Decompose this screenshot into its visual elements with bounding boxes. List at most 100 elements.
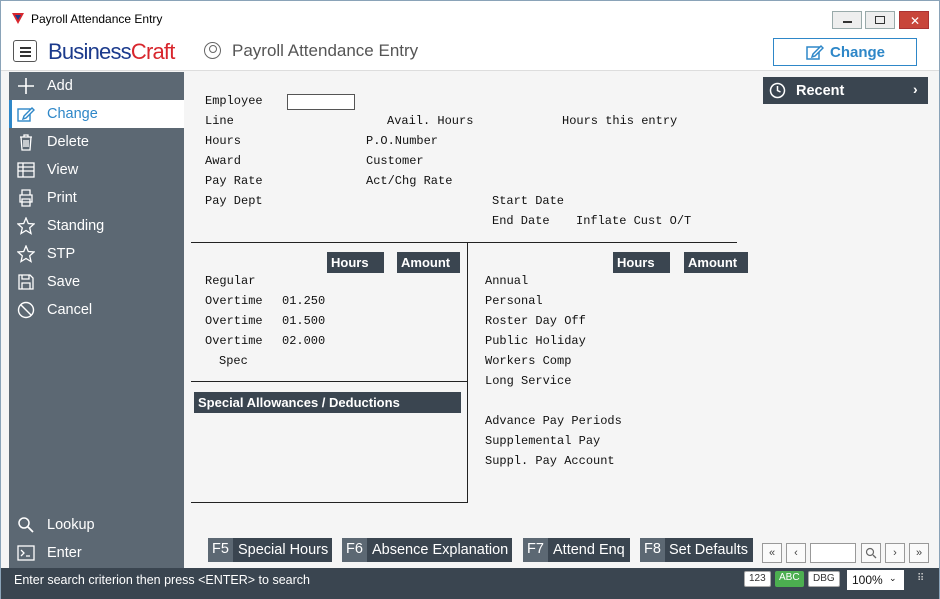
star-icon [17, 217, 35, 235]
row-label: Suppl. Pay Account [485, 454, 615, 468]
zoom-select[interactable]: 100% ⌄ [847, 570, 904, 590]
po-number-label: P.O.Number [366, 134, 439, 148]
resize-grip-icon[interactable]: ⠿ [917, 573, 924, 584]
app-window: Payroll Attendance Entry ✕ BusinessCraft… [0, 0, 940, 599]
close-button[interactable]: ✕ [899, 11, 929, 29]
divider [191, 381, 468, 382]
record-search-input[interactable] [810, 543, 856, 563]
act-chg-rate-label: Act/Chg Rate [366, 174, 453, 188]
row-label: Annual [485, 274, 529, 288]
row-label: Long Service [485, 374, 572, 388]
chevron-right-icon: › [913, 81, 918, 97]
abc-mode-badge: ABC [775, 571, 804, 587]
debug-badge: DBG [808, 571, 840, 587]
hours-column-header: Hours [327, 252, 384, 273]
search-icon [18, 517, 34, 533]
enter-icon [17, 545, 35, 561]
sidebar-item-delete[interactable]: Delete [9, 128, 184, 156]
row-label: Advance Pay Periods [485, 414, 622, 428]
row-label: Supplemental Pay [485, 434, 601, 448]
status-bar: Enter search criterion then press <ENTER… [1, 568, 939, 599]
edit-icon [17, 107, 35, 122]
user-icon[interactable] [204, 42, 221, 59]
row-label: Spec [219, 354, 248, 368]
title-bar: Payroll Attendance Entry ✕ [1, 1, 939, 33]
save-icon [18, 274, 34, 290]
f8-set-defaults-button[interactable]: F8 Set Defaults [640, 538, 753, 562]
special-allowances-header: Special Allowances / Deductions [194, 392, 461, 413]
f5-special-hours-button[interactable]: F5 Special Hours [208, 538, 332, 562]
first-record-button[interactable]: « [762, 543, 782, 563]
recent-panel-button[interactable]: Recent › [763, 77, 928, 104]
start-date-label: Start Date [492, 194, 565, 208]
pay-rate-label: Pay Rate [205, 174, 263, 188]
edit-icon [806, 44, 824, 60]
hours-column-header: Hours [613, 252, 670, 273]
sidebar-item-lookup[interactable]: Lookup [9, 511, 184, 539]
minimize-button[interactable] [832, 11, 862, 29]
app-header: BusinessCraft Payroll Attendance Entry C… [1, 33, 939, 71]
double-chevron-right-icon: » [915, 547, 923, 559]
f7-attend-enq-button[interactable]: F7 Attend Enq [523, 538, 630, 562]
double-chevron-left-icon: « [768, 547, 776, 559]
avail-hours-label: Avail. Hours [387, 114, 474, 128]
award-label: Award [205, 154, 242, 168]
row-label: Personal [485, 294, 543, 308]
star-icon [17, 245, 35, 263]
sidebar-item-add[interactable]: Add [9, 72, 184, 100]
employee-field[interactable] [287, 94, 355, 110]
page-title: Payroll Attendance Entry [232, 41, 419, 60]
f6-absence-explanation-button[interactable]: F6 Absence Explanation [342, 538, 512, 562]
status-message: Enter search criterion then press <ENTER… [14, 573, 310, 587]
amount-column-header: Amount [684, 252, 748, 273]
hours-label: Hours [205, 134, 242, 148]
sidebar-item-view[interactable]: View [9, 156, 184, 184]
sidebar-item-save[interactable]: Save [9, 268, 184, 296]
sidebar: Add Change Delete View Print Standing ST… [9, 72, 184, 568]
clock-icon [769, 82, 786, 99]
search-icon [865, 547, 877, 559]
trash-icon [20, 134, 32, 151]
divider [191, 242, 737, 243]
numeric-mode-badge: 123 [744, 571, 771, 587]
maximize-button[interactable] [865, 11, 895, 29]
last-record-button[interactable]: » [909, 543, 929, 563]
row-label: Overtime [205, 314, 263, 328]
previous-record-button[interactable]: ‹ [786, 543, 806, 563]
sidebar-item-cancel[interactable]: Cancel [9, 296, 184, 324]
sidebar-item-enter[interactable]: Enter [9, 539, 184, 567]
close-icon: ✕ [910, 14, 921, 28]
row-label: Regular [205, 274, 256, 288]
overtime-rate: 02.000 [282, 334, 326, 348]
sidebar-item-change[interactable]: Change [9, 100, 184, 128]
chevron-down-icon: ⌄ [889, 573, 897, 583]
next-record-button[interactable]: › [885, 543, 905, 563]
pay-dept-label: Pay Dept [205, 194, 263, 208]
cancel-icon [17, 301, 35, 319]
row-label: Public Holiday [485, 334, 586, 348]
change-mode-button[interactable]: Change [773, 38, 917, 66]
row-label: Workers Comp [485, 354, 572, 368]
employee-label: Employee [205, 94, 263, 108]
row-label: Overtime [205, 334, 263, 348]
search-button[interactable] [861, 543, 881, 563]
end-date-label: End Date [492, 214, 550, 228]
hamburger-menu-button[interactable] [13, 40, 37, 62]
amount-column-header: Amount [397, 252, 460, 273]
inflate-cust-ot-label: Inflate Cust O/T [576, 214, 692, 228]
divider [467, 242, 468, 503]
overtime-rate: 01.500 [282, 314, 326, 328]
sidebar-item-stp[interactable]: STP [9, 240, 184, 268]
sidebar-item-standing[interactable]: Standing [9, 212, 184, 240]
sidebar-item-print[interactable]: Print [9, 184, 184, 212]
line-label: Line [205, 114, 234, 128]
divider [191, 502, 468, 503]
hours-this-entry-label: Hours this entry [562, 114, 678, 128]
chevron-left-icon: ‹ [794, 547, 798, 559]
row-label: Roster Day Off [485, 314, 586, 328]
overtime-rate: 01.250 [282, 294, 326, 308]
plus-icon [18, 78, 34, 94]
brand-logo: BusinessCraft [48, 39, 175, 64]
app-logo-icon [12, 13, 24, 24]
chevron-right-icon: › [893, 547, 897, 559]
